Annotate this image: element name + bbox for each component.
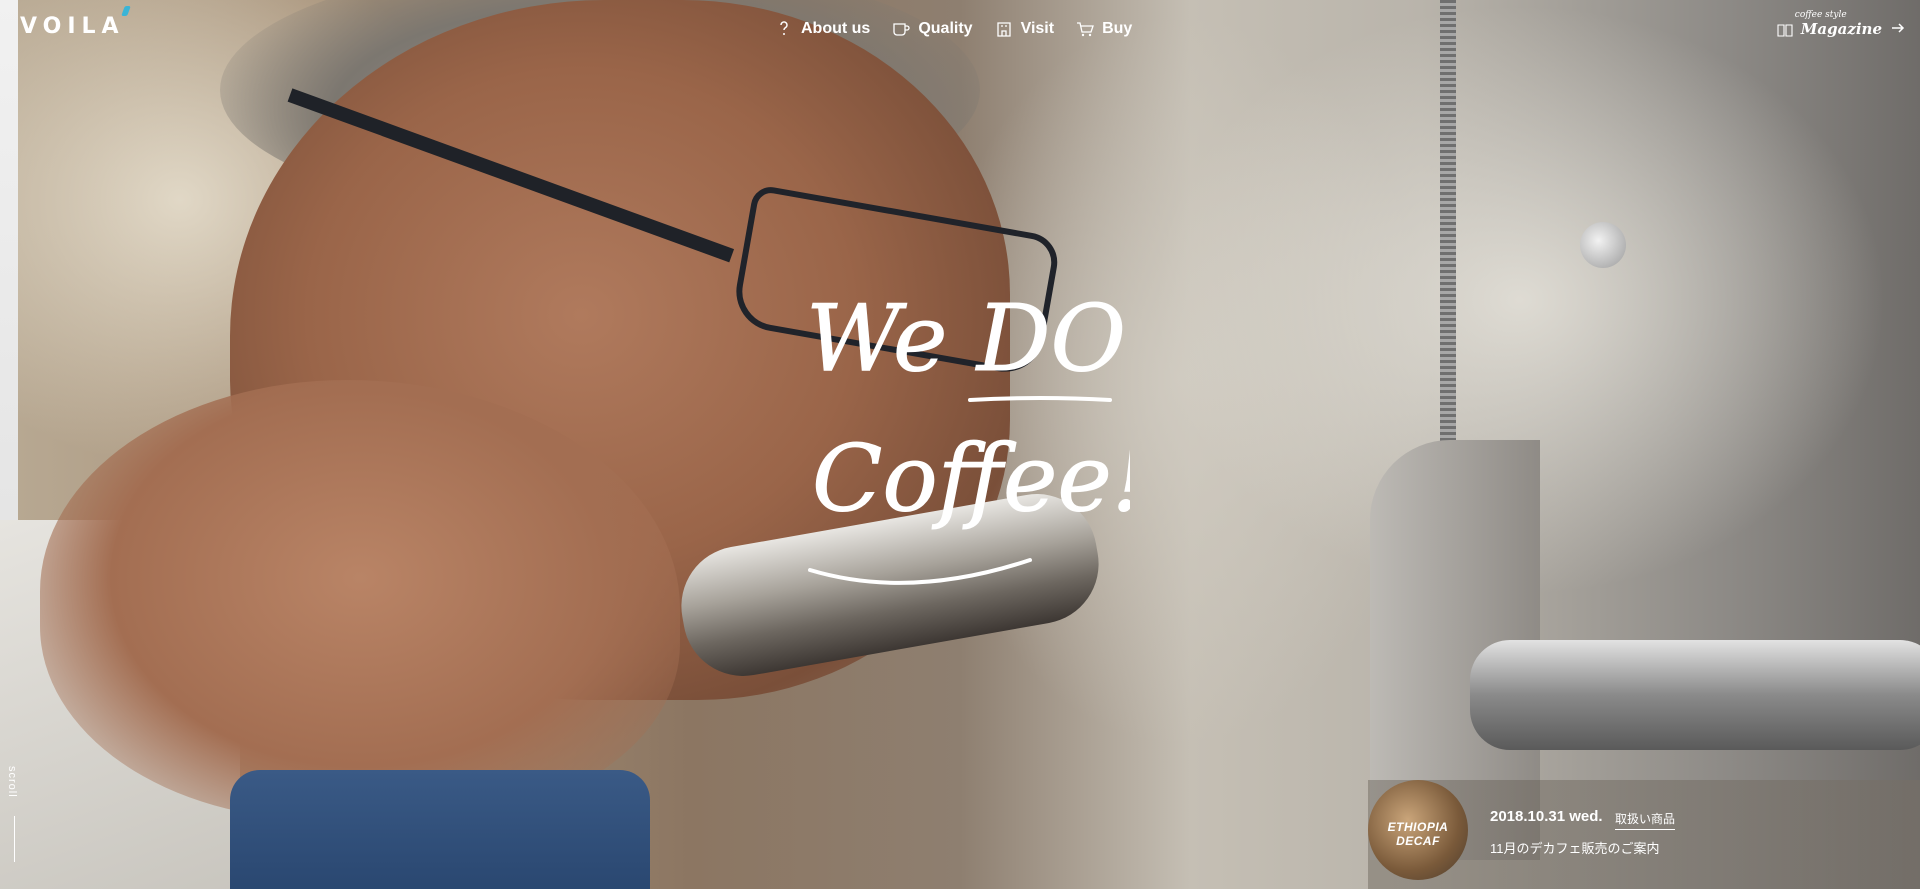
hero-headline-svg: We DO Coffee!	[806, 285, 1149, 585]
hero-headline: We DO Coffee!	[800, 270, 1149, 610]
news-title-link[interactable]: 11月のデカフェ販売のご案内	[1490, 838, 1660, 857]
scroll-indicator-line	[14, 816, 15, 862]
site-logo[interactable]: VOILA	[20, 6, 131, 39]
news-category-link[interactable]: 取扱い商品	[1615, 810, 1676, 830]
book-icon	[1777, 24, 1793, 37]
scroll-indicator-label: scroll	[6, 766, 18, 798]
news-thumb-line-1: ETHIOPIA	[1387, 820, 1449, 834]
magazine-tagline: coffee style	[1794, 10, 1847, 20]
news-date: 2018.10.31 wed.	[1490, 808, 1603, 825]
nav-item-about-us[interactable]: About us	[775, 20, 870, 38]
hero-line-2: Coffee!	[812, 425, 1130, 532]
nav-item-label: Buy	[1102, 20, 1133, 37]
main-nav: About us Quality Visit Buy	[775, 20, 1132, 38]
magazine-label: Magazine	[1800, 20, 1882, 38]
hero-underline-2	[808, 558, 1032, 585]
cart-icon	[1077, 22, 1094, 37]
hero-machine-shaft	[1470, 640, 1920, 750]
news-thumbnail[interactable]: ETHIOPIA DECAF	[1368, 780, 1468, 880]
nav-item-buy[interactable]: Buy	[1076, 20, 1132, 38]
logo-text: VOILA	[20, 14, 125, 39]
magazine-link[interactable]: coffee style Magazine	[1777, 10, 1906, 38]
hero-machine-bolt	[1580, 222, 1626, 268]
question-icon	[780, 21, 788, 35]
nav-item-visit[interactable]: Visit	[995, 20, 1055, 38]
nav-item-label: Quality	[918, 20, 973, 37]
hero-apron	[230, 770, 650, 889]
nav-item-label: About us	[801, 20, 871, 37]
news-thumb-line-2: DECAF	[1396, 834, 1440, 848]
hero-machine-pipe	[1440, 0, 1456, 480]
hero-line-1: We DO	[806, 285, 1126, 392]
nav-item-quality[interactable]: Quality	[892, 20, 973, 38]
cup-icon	[893, 23, 910, 36]
arrow-right-icon	[1892, 23, 1905, 33]
shop-icon	[996, 22, 1011, 37]
hero-underline-1	[968, 396, 1112, 402]
nav-item-label: Visit	[1020, 20, 1055, 37]
